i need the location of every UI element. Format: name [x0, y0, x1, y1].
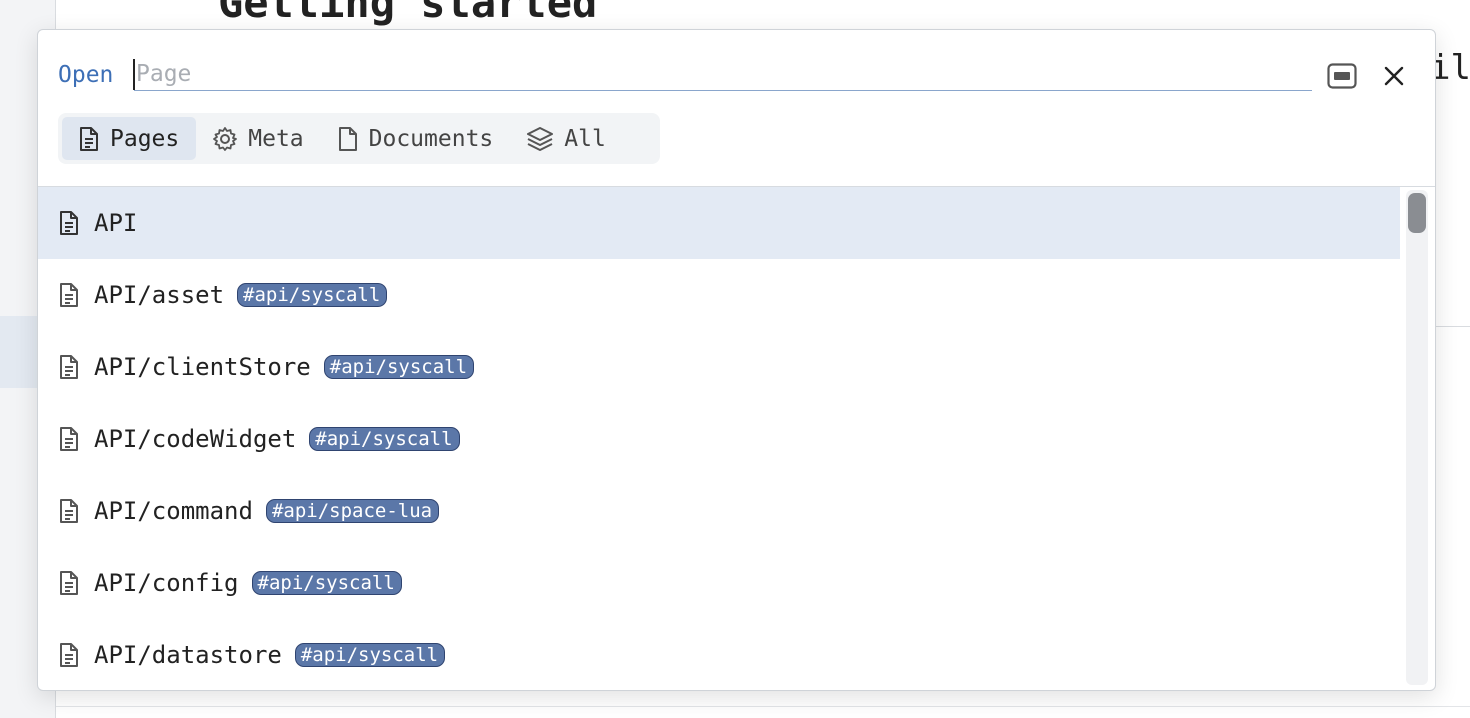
- file-text-icon: [60, 211, 78, 235]
- results-list: API API/asset #api/syscall API/clientSto…: [38, 187, 1400, 690]
- result-tag[interactable]: #api/syscall: [294, 643, 446, 667]
- text-caret: [133, 59, 135, 90]
- page-picker-modal: Open Pages: [37, 29, 1436, 691]
- result-item[interactable]: API/asset #api/syscall: [38, 259, 1400, 331]
- page-search-input[interactable]: [134, 58, 1312, 91]
- file-text-icon: [60, 355, 78, 379]
- close-icon: [1384, 66, 1404, 86]
- result-title: API/clientStore: [94, 353, 311, 381]
- filter-tab-documents[interactable]: Documents: [321, 117, 511, 160]
- filter-tab-meta[interactable]: Meta: [196, 117, 320, 160]
- result-title: API/asset: [94, 281, 225, 309]
- result-item[interactable]: API/datastore #api/syscall: [38, 619, 1400, 690]
- result-item[interactable]: API/config #api/syscall: [38, 547, 1400, 619]
- picker-prompt-label: Open: [58, 62, 114, 88]
- toggle-view-button[interactable]: [1324, 58, 1360, 94]
- result-tag[interactable]: #api/space-lua: [265, 499, 440, 523]
- result-title: API: [94, 209, 138, 237]
- filter-tabs: Pages Meta Documents All: [58, 113, 660, 164]
- filter-tab-label: Meta: [248, 125, 304, 152]
- filter-tab-all[interactable]: All: [510, 117, 623, 160]
- editor-bottom-divider: [56, 706, 1470, 707]
- result-tag[interactable]: #api/syscall: [251, 571, 402, 595]
- window-icon: [1327, 63, 1357, 89]
- filter-tab-label: Documents: [368, 125, 494, 152]
- result-item[interactable]: API/command #api/space-lua: [38, 475, 1400, 547]
- result-item[interactable]: API: [38, 187, 1400, 259]
- result-title: API/datastore: [94, 641, 282, 669]
- file-text-icon: [60, 643, 78, 667]
- gear-icon: [213, 126, 238, 151]
- file-text-icon: [80, 126, 98, 151]
- file-text-icon: [60, 427, 78, 451]
- scrollbar-thumb[interactable]: [1408, 193, 1426, 233]
- editor-divider: [1436, 326, 1470, 327]
- picker-header: Open Pages: [38, 30, 1435, 187]
- layers-icon: [527, 126, 554, 151]
- result-item[interactable]: API/codeWidget #api/syscall: [38, 403, 1400, 475]
- file-icon: [338, 126, 357, 151]
- result-title: API/codeWidget: [94, 425, 297, 453]
- filter-tab-label: Pages: [110, 125, 180, 152]
- result-title: API/command: [94, 497, 253, 525]
- editor-trailing-text: il: [1430, 48, 1470, 88]
- filter-tab-pages[interactable]: Pages: [62, 117, 197, 160]
- results-scrollbar[interactable]: [1406, 190, 1428, 685]
- result-tag[interactable]: #api/syscall: [309, 427, 460, 451]
- file-text-icon: [60, 283, 78, 307]
- filter-tab-label: All: [564, 125, 606, 152]
- editor-heading: Getting started: [218, 0, 598, 27]
- file-text-icon: [60, 571, 78, 595]
- file-text-icon: [60, 499, 78, 523]
- result-title: API/config: [94, 569, 239, 597]
- result-tag[interactable]: #api/syscall: [323, 355, 475, 379]
- result-item[interactable]: API/clientStore #api/syscall: [38, 331, 1400, 403]
- result-tag[interactable]: #api/syscall: [237, 283, 388, 307]
- close-button[interactable]: [1376, 58, 1412, 94]
